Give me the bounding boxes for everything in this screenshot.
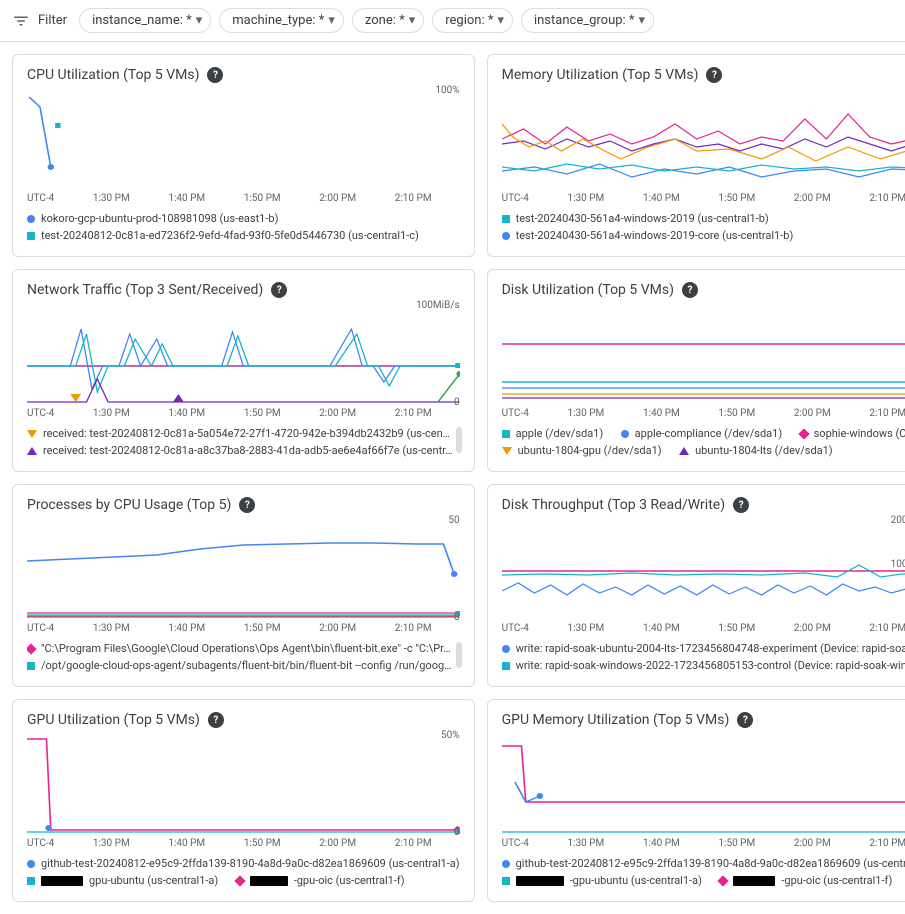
card-cpu-utilization[interactable]: CPU Utilization (Top 5 VMs) ? 100% UTC-4… xyxy=(12,54,475,257)
legend-item[interactable]: kokoro-gcp-ubuntu-prod-108981098 (us-eas… xyxy=(27,210,460,227)
filter-icon xyxy=(12,12,30,30)
help-icon[interactable]: ? xyxy=(737,712,753,728)
legend-item[interactable]: github-test-20240812-e95c9-2ffda139-8190… xyxy=(502,855,905,872)
chart-gpu-mem[interactable]: 10% 0 xyxy=(502,734,905,834)
chevron-down-icon: ▾ xyxy=(409,13,416,28)
legend-item[interactable]: ubuntu-1804-gpu (/dev/sda1) ubuntu-1804-… xyxy=(502,442,905,459)
redacted-text xyxy=(733,876,775,886)
legend: "C:\Program Files\Google\Cloud Operation… xyxy=(27,640,460,674)
x-axis: UTC-41:30 PM1:40 PM1:50 PM2:00 PM2:10 PM xyxy=(502,191,905,210)
chart-memory[interactable]: 80% 70% xyxy=(502,89,905,189)
chevron-down-icon: ▾ xyxy=(196,13,203,28)
x-axis: UTC-41:30 PM1:40 PM1:50 PM2:00 PM2:10 PM xyxy=(27,191,460,210)
help-icon[interactable]: ? xyxy=(208,712,224,728)
chart-gpu-util[interactable]: 50% 0 xyxy=(27,734,460,834)
chevron-down-icon: ▾ xyxy=(497,13,504,28)
chart-processes[interactable]: 50 0 xyxy=(27,519,460,619)
card-title: CPU Utilization (Top 5 VMs) xyxy=(27,67,199,83)
legend-item[interactable]: -gpu-ubuntu (us-central1-a) -gpu-oic (us… xyxy=(502,872,905,889)
card-title: Memory Utilization (Top 5 VMs) xyxy=(502,67,699,83)
card-disk-throughput[interactable]: Disk Throughput (Top 3 Read/Write) ? 200… xyxy=(487,484,905,687)
filter-chip-zone[interactable]: zone: *▾ xyxy=(352,8,424,33)
help-icon[interactable]: ? xyxy=(271,282,287,298)
filter-chip-region[interactable]: region: *▾ xyxy=(432,8,513,33)
card-memory-utilization[interactable]: Memory Utilization (Top 5 VMs) ? 80% 70%… xyxy=(487,54,905,257)
legend: kokoro-gcp-ubuntu-prod-108981098 (us-eas… xyxy=(27,210,460,244)
help-icon[interactable]: ? xyxy=(706,67,722,83)
x-axis: UTC-41:30 PM1:40 PM1:50 PM2:00 PM2:10 PM xyxy=(27,836,460,855)
legend: test-20240430-561a4-windows-2019 (us-cen… xyxy=(502,210,905,244)
legend-item[interactable]: "C:\Program Files\Google\Cloud Operation… xyxy=(27,640,460,657)
card-gpu-utilization[interactable]: GPU Utilization (Top 5 VMs) ? 50% 0 UTC-… xyxy=(12,699,475,902)
help-icon[interactable]: ? xyxy=(239,497,255,513)
chevron-down-icon: ▾ xyxy=(328,13,335,28)
legend-item[interactable]: gpu-ubuntu (us-central1-a) -gpu-oic (us-… xyxy=(27,872,460,889)
legend-item[interactable]: write: rapid-soak-ubuntu-2004-lts-172345… xyxy=(502,640,905,657)
x-axis: UTC-41:30 PM1:40 PM1:50 PM2:00 PM2:10 PM xyxy=(502,836,905,855)
x-axis: UTC-41:30 PM1:40 PM1:50 PM2:00 PM2:10 PM xyxy=(27,406,460,425)
legend-item[interactable]: /opt/google-cloud-ops-agent/subagents/fl… xyxy=(27,657,460,674)
x-axis: UTC-41:30 PM1:40 PM1:50 PM2:00 PM2:10 PM xyxy=(27,621,460,640)
filter-label: Filter xyxy=(38,13,67,28)
filter-bar: Filter instance_name: *▾ machine_type: *… xyxy=(0,0,905,42)
legend-scrollbar[interactable] xyxy=(456,427,462,453)
card-network-traffic[interactable]: Network Traffic (Top 3 Sent/Received) ? … xyxy=(12,269,475,472)
legend: github-test-20240812-e95c9-2ffda139-8190… xyxy=(502,855,905,889)
dashboard-grid: CPU Utilization (Top 5 VMs) ? 100% UTC-4… xyxy=(0,42,905,914)
legend-item[interactable]: received: test-20240812-0c81a-5a054e72-2… xyxy=(27,425,460,442)
legend-item[interactable]: github-test-20240812-e95c9-2ffda139-8190… xyxy=(27,855,460,872)
legend-item[interactable]: test-20240812-0c81a-ed7236f2-9efd-4fad-9… xyxy=(27,227,460,244)
legend: write: rapid-soak-ubuntu-2004-lts-172345… xyxy=(502,640,905,674)
redacted-text xyxy=(250,876,288,886)
help-icon[interactable]: ? xyxy=(207,67,223,83)
card-title: GPU Memory Utilization (Top 5 VMs) xyxy=(502,712,730,728)
card-title: Network Traffic (Top 3 Sent/Received) xyxy=(27,282,263,298)
legend-item[interactable]: test-20240430-561a4-windows-2019 (us-cen… xyxy=(502,210,905,227)
legend: received: test-20240812-0c81a-5a054e72-2… xyxy=(27,425,460,459)
card-title: Disk Utilization (Top 5 VMs) xyxy=(502,282,674,298)
chart-network[interactable]: 100MiB/s 0 xyxy=(27,304,460,404)
card-title: Processes by CPU Usage (Top 5) xyxy=(27,497,231,513)
chart-cpu[interactable]: 100% xyxy=(27,89,460,189)
redacted-text xyxy=(41,876,83,886)
help-icon[interactable]: ? xyxy=(682,282,698,298)
filter-chip-instance-name[interactable]: instance_name: *▾ xyxy=(79,8,211,33)
redacted-text xyxy=(516,876,564,886)
x-axis: UTC-41:30 PM1:40 PM1:50 PM2:00 PM2:10 PM xyxy=(502,406,905,425)
chart-disk-util[interactable]: 70% 65% 60% xyxy=(502,304,905,404)
x-axis: UTC-41:30 PM1:40 PM1:50 PM2:00 PM2:10 PM xyxy=(502,621,905,640)
legend: apple (/dev/sda1) apple-compliance (/dev… xyxy=(502,425,905,459)
legend-item[interactable]: write: rapid-soak-windows-2022-172345680… xyxy=(502,657,905,674)
chart-disk-throughput[interactable]: 200MiB/s 100MiB/s 0 xyxy=(502,519,905,619)
legend-scrollbar[interactable] xyxy=(456,642,462,668)
help-icon[interactable]: ? xyxy=(733,497,749,513)
card-title: GPU Utilization (Top 5 VMs) xyxy=(27,712,200,728)
legend-item[interactable]: test-20240430-561a4-windows-2019-core (u… xyxy=(502,227,905,244)
card-title: Disk Throughput (Top 3 Read/Write) xyxy=(502,497,725,513)
card-disk-utilization[interactable]: Disk Utilization (Top 5 VMs) ? 70% 65% 6… xyxy=(487,269,905,472)
legend: github-test-20240812-e95c9-2ffda139-8190… xyxy=(27,855,460,889)
legend-item[interactable]: apple (/dev/sda1) apple-compliance (/dev… xyxy=(502,425,905,442)
card-processes-cpu[interactable]: Processes by CPU Usage (Top 5) ? 50 0 UT… xyxy=(12,484,475,687)
card-gpu-memory-utilization[interactable]: GPU Memory Utilization (Top 5 VMs) ? 10%… xyxy=(487,699,905,902)
chevron-down-icon: ▾ xyxy=(639,13,646,28)
filter-chip-machine-type[interactable]: machine_type: *▾ xyxy=(219,8,344,33)
legend-item[interactable]: received: test-20240812-0c81a-a8c37ba8-2… xyxy=(27,442,460,459)
filter-chip-instance-group[interactable]: instance_group: *▾ xyxy=(521,8,654,33)
